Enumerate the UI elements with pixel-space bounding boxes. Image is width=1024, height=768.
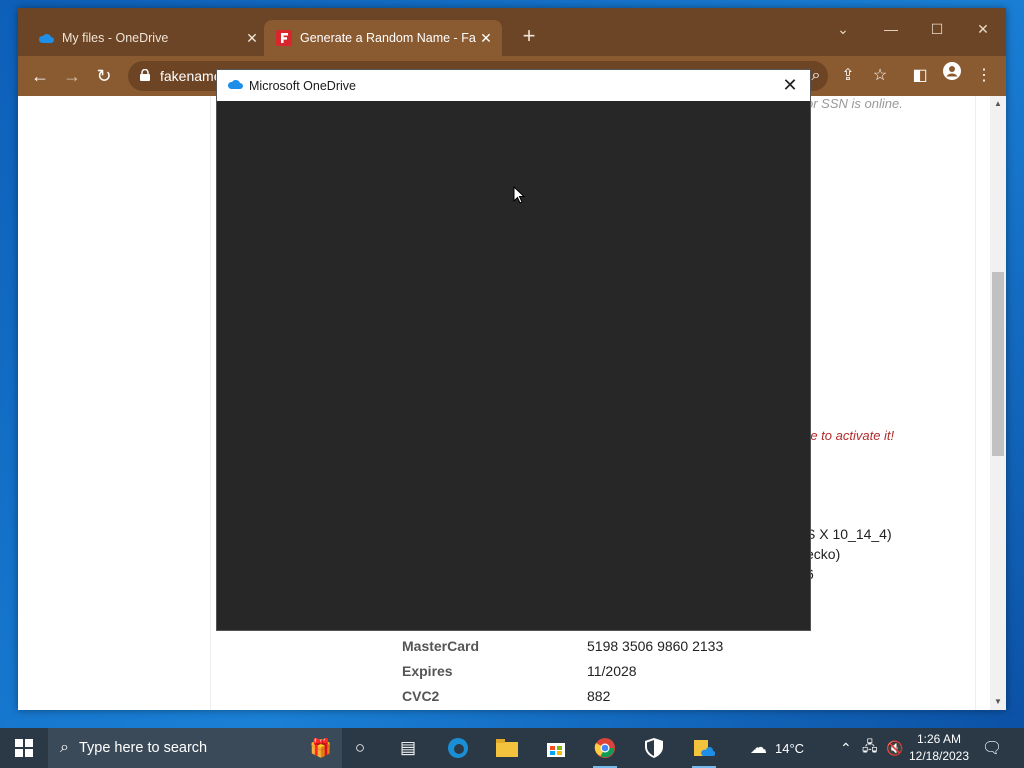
dialog-titlebar: Microsoft OneDrive ✕ [217, 70, 810, 101]
weather-widget[interactable]: ☁ 14°C [750, 728, 804, 768]
bookmark-star-icon[interactable]: ☆ [866, 62, 894, 90]
cortana-circle-icon[interactable]: ○ [340, 732, 380, 764]
forward-arrow-icon[interactable]: → [58, 62, 86, 90]
onedrive-cloud-icon [38, 30, 54, 46]
reload-icon[interactable]: ↻ [90, 62, 118, 90]
minimize-icon[interactable]: — [868, 14, 914, 44]
tab-onedrive[interactable]: My files - OneDrive ✕ [26, 20, 268, 56]
taskbar-search-box[interactable]: ⌕ Type here to search 🎁 [48, 728, 342, 768]
weather-cloud-icon: ☁ [750, 738, 767, 757]
search-placeholder: Type here to search [78, 740, 208, 756]
maximize-icon[interactable]: ☐ [914, 14, 960, 44]
row-value-mastercard: 5198 3506 9860 2133 [587, 638, 724, 654]
lock-icon [140, 68, 150, 84]
info-note: or SSN is online. [806, 96, 903, 111]
menu-kebab-icon[interactable]: ⋮ [970, 62, 998, 90]
user-agent-line: ecko) [806, 546, 841, 562]
file-explorer-icon[interactable] [487, 732, 527, 764]
back-arrow-icon[interactable]: ← [26, 62, 54, 90]
new-tab-button[interactable]: + [515, 23, 543, 51]
weather-temp: 14°C [775, 740, 805, 756]
activate-note: re to activate it! [806, 428, 895, 443]
system-clock[interactable]: 1:26 AM 12/18/2023 [906, 731, 972, 765]
gift-icon: 🎁 [309, 737, 332, 758]
close-window-icon[interactable]: ✕ [960, 14, 1006, 44]
tab-title: Generate a Random Name - Fak [300, 31, 476, 45]
scroll-up-icon[interactable]: ▲ [990, 96, 1006, 112]
scroll-down-icon[interactable]: ▼ [990, 694, 1006, 710]
page-scrollbar[interactable]: ▲ ▼ [990, 96, 1006, 710]
tray-chevron-icon[interactable]: ⌃ [840, 728, 852, 768]
row-label-cvc2: CVC2 [402, 688, 440, 704]
windows-start-icon[interactable] [0, 728, 48, 768]
search-icon: ⌕ [60, 739, 69, 756]
row-value-expires: 11/2028 [587, 663, 637, 679]
fakename-f-icon [276, 30, 292, 46]
clock-date: 12/18/2023 [908, 749, 970, 763]
notifications-icon[interactable]: 🗨 [982, 728, 1002, 768]
network-icon[interactable]: 🖧 [862, 728, 878, 768]
tab-strip: My files - OneDrive ✕ Generate a Random … [18, 8, 1006, 56]
edge-icon[interactable] [438, 732, 478, 764]
onedrive-cloud-icon [227, 79, 243, 93]
dialog-title: Microsoft OneDrive [249, 78, 356, 93]
onedrive-dialog: Microsoft OneDrive ✕ [216, 69, 811, 631]
dialog-close-icon[interactable]: ✕ [778, 74, 802, 96]
side-panel-icon[interactable]: ◧ [906, 62, 934, 90]
task-view-icon[interactable]: ▤ [388, 732, 428, 764]
tab-fakename[interactable]: Generate a Random Name - Fak ✕ [264, 20, 502, 56]
clock-time: 1:26 AM [916, 732, 962, 746]
chrome-icon[interactable] [585, 732, 625, 768]
user-agent-line: S X 10_14_4) [806, 526, 892, 542]
scrollbar-thumb[interactable] [992, 272, 1004, 456]
row-value-cvc2: 882 [587, 688, 611, 704]
tab-close-icon[interactable]: ✕ [242, 30, 262, 47]
share-icon[interactable]: ⇪ [834, 62, 862, 90]
onedrive-folder-icon[interactable] [684, 732, 724, 768]
row-label-expires: Expires [402, 663, 453, 679]
profile-icon[interactable] [938, 62, 966, 90]
tab-title: My files - OneDrive [62, 31, 169, 45]
tab-close-icon[interactable]: ✕ [476, 30, 496, 47]
address-text: fakename [160, 68, 222, 84]
store-icon[interactable] [536, 732, 576, 764]
mouse-cursor-icon [513, 185, 526, 210]
security-shield-icon[interactable] [634, 732, 674, 764]
taskbar: ⌕ Type here to search 🎁 ○ ▤ ☁ 14°C ⌃ 🖧 🔇… [0, 728, 1024, 768]
tab-search-chevron-icon[interactable]: ⌄ [820, 14, 866, 44]
volume-muted-icon[interactable]: 🔇 [886, 728, 903, 768]
row-label-mastercard: MasterCard [402, 638, 480, 654]
